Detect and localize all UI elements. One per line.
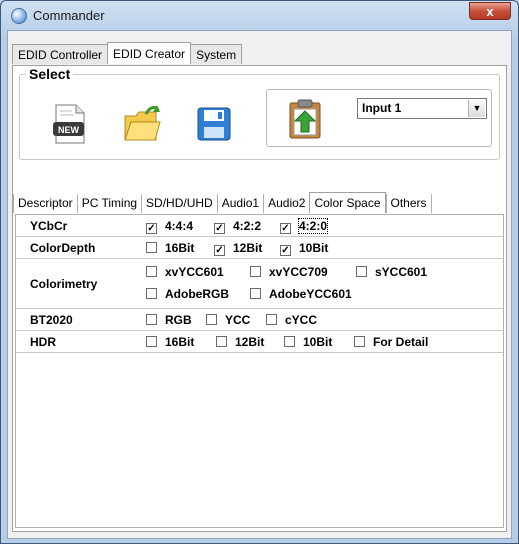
depth-12bit-checkbox[interactable]: ✓ 12Bit: [214, 241, 263, 256]
depth-16bit-label: 16Bit: [165, 241, 195, 255]
depth-16bit-checkbox[interactable]: 16Bit: [146, 241, 194, 255]
color-depth-label: ColorDepth: [30, 241, 96, 255]
checkbox-unchecked-icon: [266, 314, 277, 325]
hdr-10bit-label: 10Bit: [303, 335, 333, 349]
checkbox-unchecked-icon: [250, 266, 261, 277]
window-title: Commander: [33, 8, 105, 23]
checkbox-unchecked-icon: [146, 336, 157, 347]
input-select[interactable]: Input 1 ▼: [357, 98, 487, 119]
tab-edid-controller[interactable]: EDID Controller: [12, 44, 109, 64]
new-icon-text: NEW: [58, 125, 80, 135]
checkbox-unchecked-icon: [146, 242, 157, 253]
title-bar[interactable]: Commander x: [1, 1, 518, 29]
bt2020-rgb-label: RGB: [165, 313, 192, 327]
tab-system[interactable]: System: [190, 44, 243, 64]
subtab-descriptor[interactable]: Descriptor: [13, 194, 77, 213]
ycbcr-422-checkbox[interactable]: ✓ 4:2:2: [214, 219, 262, 234]
checkbox-unchecked-icon: [216, 336, 227, 347]
row-color-depth: ColorDepth 16Bit ✓ 12Bit ✓ 10Bit: [16, 237, 503, 259]
clipboard-upload-icon: [289, 99, 321, 139]
load-to-input-button[interactable]: [285, 98, 325, 142]
subtab-audio1[interactable]: Audio1: [216, 194, 263, 213]
depth-12bit-label: 12Bit: [233, 241, 263, 255]
row-ycbcr: YCbCr ✓ 4:4:4 ✓ 4:2:2 ✓ 4:2:0: [16, 215, 503, 237]
checkbox-unchecked-icon: [284, 336, 295, 347]
new-file-button[interactable]: NEW: [50, 102, 90, 146]
hdr-16bit-checkbox[interactable]: 16Bit: [146, 335, 194, 349]
checkbox-unchecked-icon: [250, 288, 261, 299]
adobergb-checkbox[interactable]: AdobeRGB: [146, 287, 229, 301]
sub-tabs: Descriptor PC Timing SD/HD/UHD Audio1 Au…: [13, 192, 432, 214]
open-file-button[interactable]: [122, 102, 162, 146]
main-tabs: EDID Controller EDID Creator System: [12, 42, 243, 65]
hdr-for-detail-checkbox[interactable]: For Detail: [354, 335, 428, 349]
xvycc709-label: xvYCC709: [269, 265, 328, 279]
checkbox-checked-icon: ✓: [146, 223, 157, 234]
open-folder-icon: [124, 105, 161, 141]
bt2020-ycc-checkbox[interactable]: YCC: [206, 313, 250, 327]
row-colorimetry: Colorimetry xvYCC601 xvYCC709 sYCC601 Ad…: [16, 259, 503, 309]
ycbcr-420-checkbox[interactable]: ✓ 4:2:0: [280, 218, 329, 234]
bt2020-ycc-label: YCC: [225, 313, 251, 327]
ycbcr-label: YCbCr: [30, 219, 68, 233]
ycbcr-444-checkbox[interactable]: ✓ 4:4:4: [146, 219, 194, 234]
floppy-disk-icon: [197, 107, 231, 141]
app-icon: [11, 8, 27, 24]
hdr-10bit-checkbox[interactable]: 10Bit: [284, 335, 332, 349]
row-hdr: HDR 16Bit 12Bit 10Bit For Detail: [16, 331, 503, 353]
adobergb-label: AdobeRGB: [165, 287, 229, 301]
checkbox-checked-icon: ✓: [214, 245, 225, 256]
checkbox-unchecked-icon: [146, 288, 157, 299]
subtab-pc-timing[interactable]: PC Timing: [76, 194, 141, 213]
checkbox-checked-icon: ✓: [280, 223, 291, 234]
checkbox-checked-icon: ✓: [214, 223, 225, 234]
colorimetry-label: Colorimetry: [30, 277, 98, 291]
depth-10bit-checkbox[interactable]: ✓ 10Bit: [280, 241, 329, 256]
client-area: EDID Controller EDID Creator System Sele…: [7, 30, 512, 539]
sycc601-label: sYCC601: [375, 265, 428, 279]
color-space-panel: YCbCr ✓ 4:4:4 ✓ 4:2:2 ✓ 4:2:0 ColorDepth 16…: [15, 214, 504, 528]
hdr-12bit-label: 12Bit: [235, 335, 265, 349]
close-button[interactable]: x: [469, 2, 511, 20]
checkbox-unchecked-icon: [146, 266, 157, 277]
depth-10bit-label: 10Bit: [299, 241, 329, 255]
subtab-color-space[interactable]: Color Space: [309, 192, 386, 213]
bt2020-label: BT2020: [30, 313, 73, 327]
ycbcr-420-label: 4:2:0: [297, 218, 329, 234]
edid-creator-panel: Select NEW Input 1 ▼ Descriptor PC Timin…: [12, 65, 507, 532]
xvycc601-label: xvYCC601: [165, 265, 224, 279]
hdr-for-detail-label: For Detail: [373, 335, 429, 349]
subtab-others[interactable]: Others: [385, 194, 432, 213]
select-group-label: Select: [26, 66, 74, 82]
tab-edid-creator[interactable]: EDID Creator: [107, 42, 192, 64]
checkbox-unchecked-icon: [354, 336, 365, 347]
input-select-value: Input 1: [362, 101, 402, 115]
checkbox-unchecked-icon: [146, 314, 157, 325]
subtab-audio2[interactable]: Audio2: [263, 194, 309, 213]
checkbox-unchecked-icon: [206, 314, 217, 325]
hdr-12bit-checkbox[interactable]: 12Bit: [216, 335, 264, 349]
bt2020-cycc-checkbox[interactable]: cYCC: [266, 313, 317, 327]
bt2020-cycc-label: cYCC: [285, 313, 318, 327]
new-file-icon: NEW: [53, 104, 85, 144]
save-button[interactable]: [194, 102, 234, 146]
xvycc709-checkbox[interactable]: xvYCC709: [250, 265, 328, 279]
sycc601-checkbox[interactable]: sYCC601: [356, 265, 427, 279]
checkbox-checked-icon: ✓: [280, 245, 291, 256]
row-bt2020: BT2020 RGB YCC cYCC: [16, 309, 503, 331]
adobeycc601-label: AdobeYCC601: [269, 287, 352, 301]
hdr-16bit-label: 16Bit: [165, 335, 195, 349]
ycbcr-422-label: 4:2:2: [233, 219, 262, 233]
ycbcr-444-label: 4:4:4: [165, 219, 194, 233]
input-select-group: Input 1 ▼: [266, 89, 492, 147]
select-group: Select NEW Input 1 ▼: [19, 66, 500, 160]
adobeycc601-checkbox[interactable]: AdobeYCC601: [250, 287, 352, 301]
app-window: Commander x EDID Controller EDID Creator…: [0, 0, 519, 544]
hdr-label: HDR: [30, 335, 56, 349]
chevron-down-icon[interactable]: ▼: [468, 100, 485, 117]
bt2020-rgb-checkbox[interactable]: RGB: [146, 313, 192, 327]
checkbox-unchecked-icon: [356, 266, 367, 277]
subtab-sd-hd-uhd[interactable]: SD/HD/UHD: [141, 194, 217, 213]
xvycc601-checkbox[interactable]: xvYCC601: [146, 265, 224, 279]
